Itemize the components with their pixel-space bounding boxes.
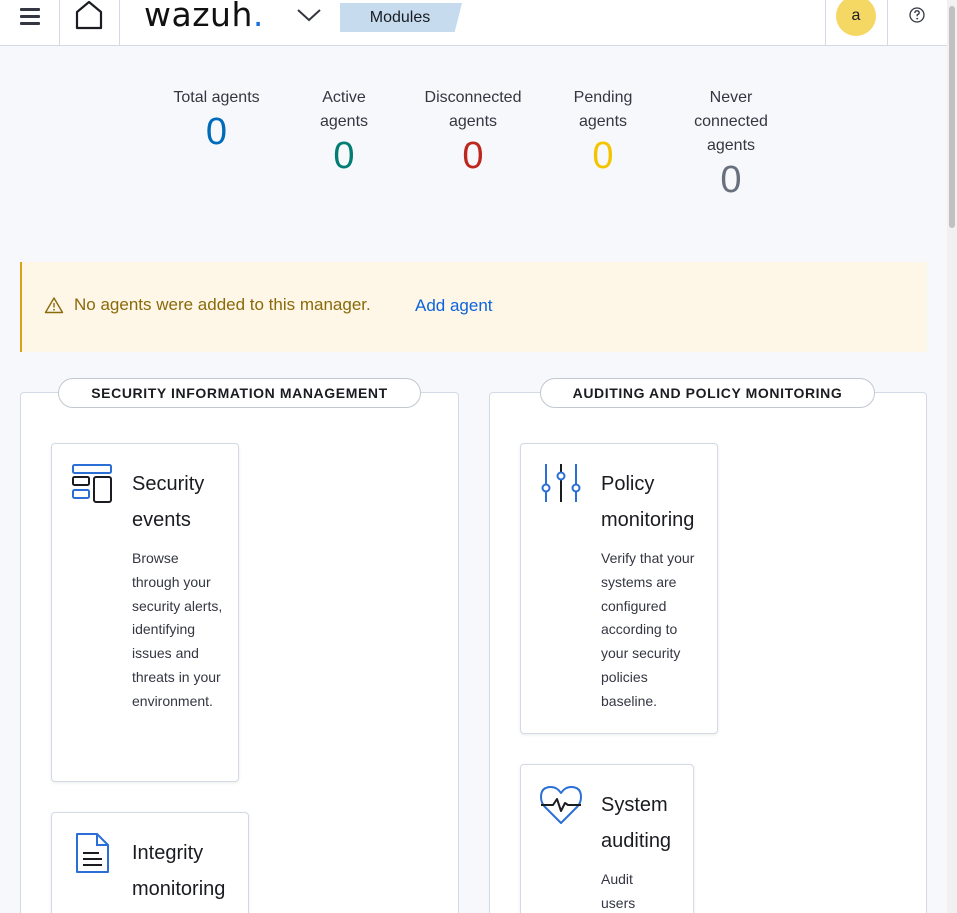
integrity-monitoring-card[interactable]: Integrity monitoring	[51, 812, 249, 913]
card-title: Security events	[132, 473, 205, 531]
section-title: SECURITY INFORMATION MANAGEMENT	[58, 378, 421, 408]
card-description: Audit users	[601, 871, 636, 911]
stat-label: Disconnected agents	[424, 89, 522, 130]
card-description: Browse through your security alerts, ide…	[132, 550, 223, 709]
no-agents-callout: No agents were added to this manager. Ad…	[20, 262, 927, 352]
stat-pending-agents[interactable]: Pending agents 0	[561, 86, 645, 176]
heartbeat-icon	[540, 783, 584, 827]
stat-value: 0	[205, 111, 228, 153]
question-icon[interactable]	[908, 6, 926, 24]
sliders-icon	[540, 462, 584, 506]
stat-value: 0	[592, 135, 614, 177]
warning-icon	[44, 296, 64, 314]
page-scrollbar[interactable]	[947, 0, 957, 913]
add-agent-link[interactable]: Add agent	[415, 296, 493, 316]
home-icon[interactable]	[72, 0, 106, 32]
dashboard-layout-icon	[71, 462, 115, 506]
section-title: AUDITING AND POLICY MONITORING	[540, 378, 875, 408]
scrollbar-thumb[interactable]	[949, 6, 955, 228]
callout-message: No agents were added to this manager.	[74, 295, 371, 314]
card-title: System auditing	[601, 794, 672, 852]
stat-label: Pending agents	[573, 89, 633, 130]
policy-monitoring-card[interactable]: Policy monitoring Verify that your syste…	[520, 443, 718, 734]
stat-value: 0	[720, 159, 742, 201]
system-auditing-card[interactable]: System auditing Audit users	[520, 764, 694, 913]
stat-label: Active agents	[319, 89, 369, 130]
user-avatar[interactable]: a	[836, 0, 876, 36]
hamburger-icon[interactable]	[10, 4, 50, 28]
stat-value: 0	[462, 135, 484, 177]
chevron-down-icon[interactable]	[296, 6, 322, 24]
divider	[59, 0, 60, 46]
stat-label: Never connected agents	[694, 89, 768, 154]
stat-disconnected-agents[interactable]: Disconnected agents 0	[419, 86, 527, 176]
card-title: Integrity monitoring	[132, 842, 226, 900]
divider	[825, 0, 826, 46]
card-description: Verify that your systems are configured …	[601, 550, 695, 709]
stat-label: Total agents	[173, 89, 260, 106]
stat-never-connected-agents[interactable]: Never connected agents 0	[687, 86, 775, 200]
divider	[887, 0, 888, 46]
divider	[119, 0, 120, 46]
card-title: Policy monitoring	[601, 473, 695, 531]
breadcrumb-modules[interactable]: Modules	[340, 3, 462, 32]
stat-total-agents[interactable]: Total agents 0	[160, 86, 273, 152]
stat-value: 0	[333, 135, 355, 177]
top-navigation-bar: wazuh. Modules a	[0, 0, 947, 46]
stat-active-agents[interactable]: Active agents 0	[304, 86, 384, 176]
security-events-card[interactable]: Security events Browse through your secu…	[51, 443, 239, 782]
wazuh-logo[interactable]: wazuh.	[144, 0, 264, 34]
document-icon	[71, 831, 115, 875]
